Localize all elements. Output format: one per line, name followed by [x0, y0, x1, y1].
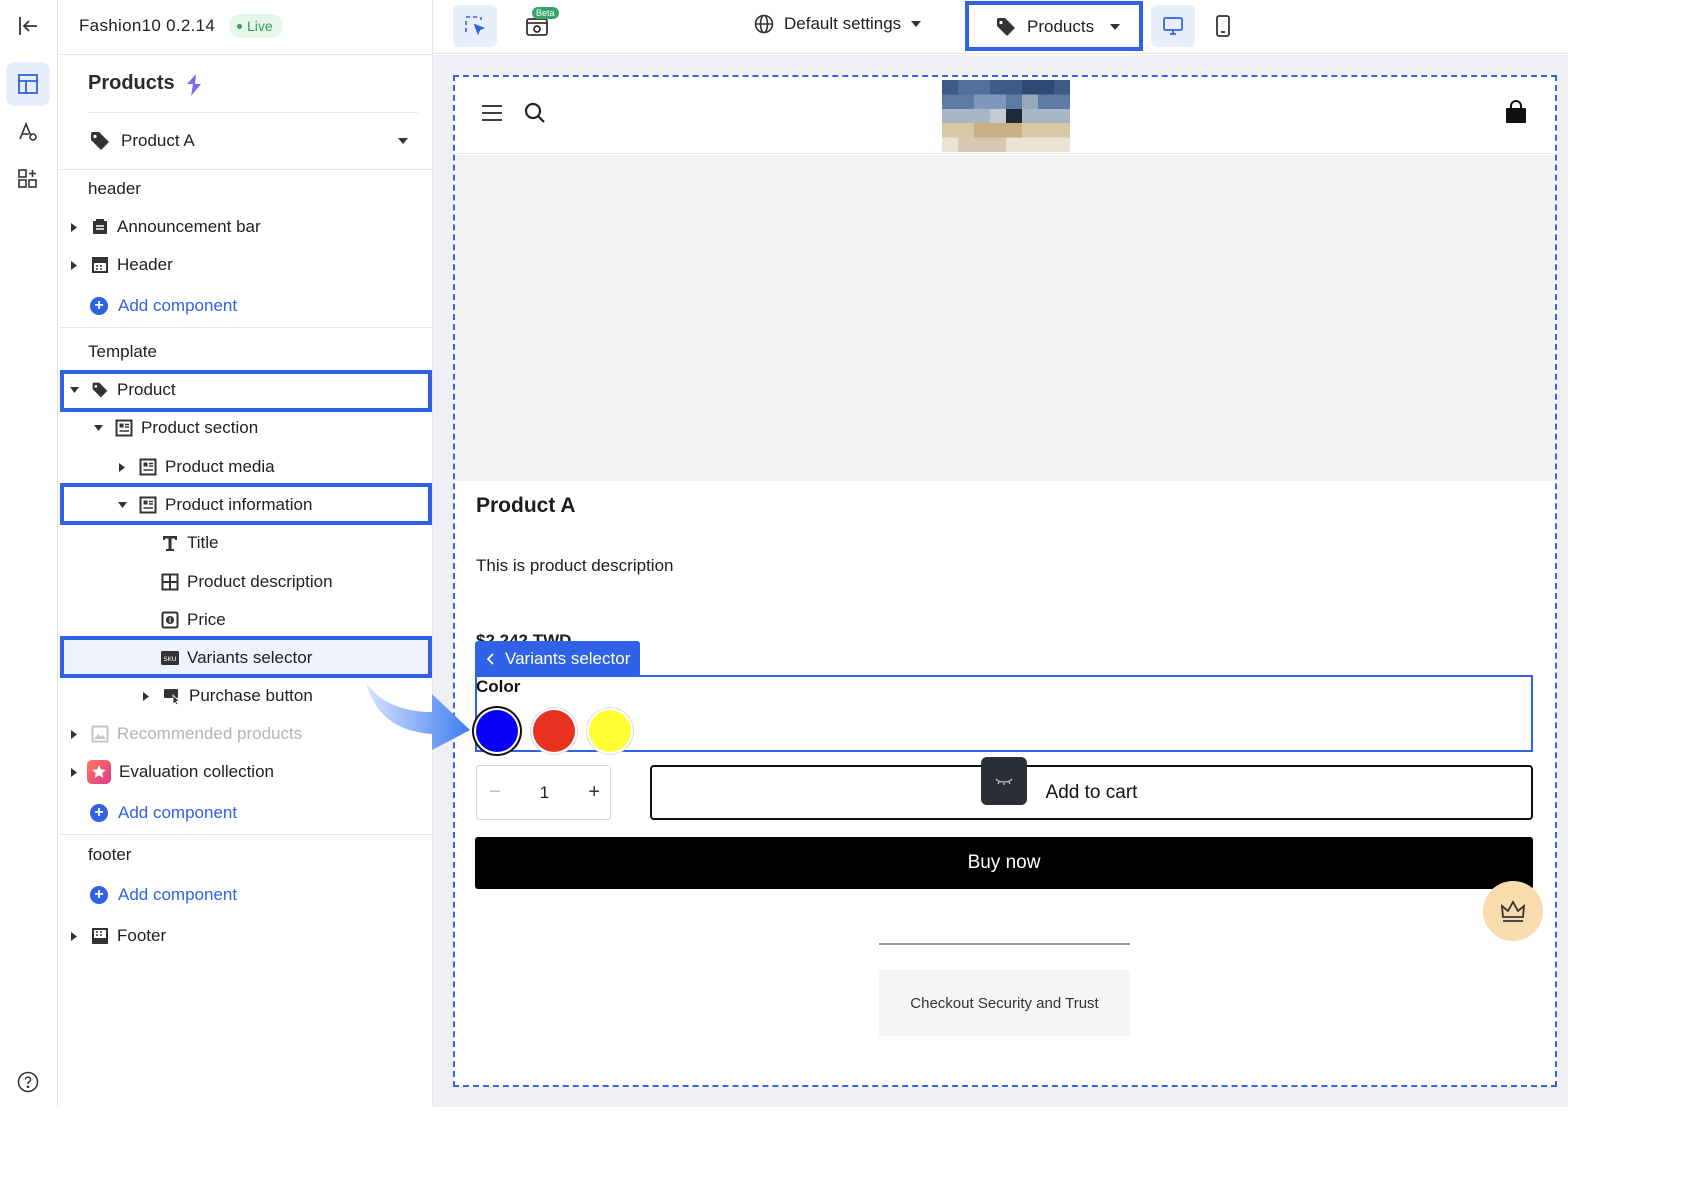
- live-badge: Live: [229, 14, 283, 38]
- section-title: Products: [88, 72, 175, 94]
- product-price: $2,242 TWD: [476, 631, 572, 641]
- quantity-stepper[interactable]: − 1 +: [476, 765, 611, 820]
- button-click-icon: [163, 687, 181, 705]
- chevron-down-icon: [1110, 24, 1121, 30]
- caret-right-icon[interactable]: [141, 677, 151, 715]
- announcement-icon: [91, 218, 109, 236]
- tree-item-price[interactable]: Price: [61, 601, 431, 639]
- highlight-product-information: [60, 483, 432, 525]
- tree-item-footer[interactable]: Footer: [61, 917, 431, 955]
- tree-item-title[interactable]: Title: [61, 524, 431, 562]
- plus-icon: +: [90, 804, 108, 822]
- tag-icon: [89, 130, 111, 152]
- section-icon: [139, 458, 157, 476]
- quantity-value[interactable]: 1: [540, 783, 549, 803]
- grid-icon: [161, 573, 179, 591]
- header-icon: [91, 256, 109, 274]
- highlight-product: [60, 370, 432, 412]
- caret-right-icon[interactable]: [117, 448, 127, 486]
- product-description: This is product description: [476, 556, 674, 575]
- image-icon: [91, 725, 109, 743]
- menu-icon[interactable]: [482, 104, 502, 122]
- tree-item-header[interactable]: Header: [61, 246, 431, 284]
- checkout-trust-block: Checkout Security and Trust: [879, 970, 1130, 1036]
- color-swatch-blue[interactable]: [476, 710, 518, 752]
- select-tool-icon[interactable]: [453, 5, 497, 47]
- add-component-button[interactable]: + Add component: [90, 799, 237, 827]
- desktop-view-icon[interactable]: [1151, 5, 1195, 47]
- theme-style-icon[interactable]: [6, 110, 50, 154]
- variant-option-label: Color: [476, 677, 521, 696]
- default-settings-dropdown[interactable]: Default settings: [754, 14, 922, 34]
- sync-icon[interactable]: [182, 72, 206, 98]
- page-type-dropdown[interactable]: Products: [965, 1, 1143, 51]
- add-component-button[interactable]: + Add component: [90, 881, 237, 909]
- apps-icon[interactable]: [6, 157, 50, 201]
- crown-icon[interactable]: [1483, 881, 1543, 941]
- caret-right-icon[interactable]: [69, 917, 79, 955]
- group-header: header: [88, 179, 141, 198]
- product-media-area: [455, 155, 1555, 481]
- footer-icon: [91, 927, 109, 945]
- caret-right-icon[interactable]: [69, 715, 79, 753]
- add-component-button[interactable]: + Add component: [90, 292, 237, 320]
- increment-button[interactable]: +: [588, 781, 600, 804]
- selected-block-tag[interactable]: Variants selector: [475, 641, 641, 676]
- product-title: Product A: [476, 494, 576, 517]
- color-swatch-yellow[interactable]: [589, 710, 631, 752]
- live-dot-icon: [237, 23, 242, 29]
- caret-right-icon[interactable]: [69, 753, 79, 791]
- cart-bag-icon[interactable]: [1505, 100, 1527, 124]
- store-logo[interactable]: [942, 80, 1070, 152]
- divider: [879, 943, 1130, 945]
- pointer-arrow: [362, 680, 474, 770]
- chevron-down-icon: [397, 137, 409, 145]
- left-rail: [0, 0, 58, 1107]
- text-icon: [161, 534, 179, 552]
- chevron-down-icon: [911, 21, 922, 27]
- color-swatch-red[interactable]: [533, 710, 575, 752]
- decrement-button[interactable]: −: [489, 781, 501, 804]
- search-icon[interactable]: [524, 102, 546, 124]
- section-icon: [115, 419, 133, 437]
- globe-icon: [754, 14, 774, 34]
- add-to-cart-button[interactable]: Add to cart: [650, 765, 1533, 820]
- help-icon[interactable]: [17, 1071, 39, 1093]
- beta-badge: Beta: [532, 7, 559, 19]
- plus-icon: +: [90, 297, 108, 315]
- highlight-variants-selector: [60, 636, 432, 678]
- tag-icon: [995, 16, 1017, 38]
- group-footer: footer: [88, 845, 132, 864]
- tree-item-product-description[interactable]: Product description: [61, 563, 431, 601]
- evaluation-app-icon: [87, 760, 111, 784]
- tree-item-announcement-bar[interactable]: Announcement bar: [61, 208, 431, 246]
- caret-right-icon[interactable]: [69, 246, 79, 284]
- mobile-view-icon[interactable]: [1201, 5, 1245, 47]
- buy-now-button[interactable]: Buy now: [475, 837, 1533, 889]
- caret-down-icon[interactable]: [93, 409, 103, 447]
- layout-icon[interactable]: [6, 62, 50, 106]
- chevron-left-icon[interactable]: [487, 652, 495, 665]
- exit-editor-icon[interactable]: [6, 4, 50, 48]
- tree-item-product-media[interactable]: Product media: [61, 448, 431, 486]
- plus-icon: +: [90, 886, 108, 904]
- tree-item-product-section[interactable]: Product section: [61, 409, 431, 447]
- app-title: Fashion10 0.2.14: [79, 16, 216, 35]
- variants-selector-block[interactable]: [475, 675, 1533, 752]
- price-icon: [161, 611, 179, 629]
- sidebar: Fashion10 0.2.14 Live Products Product A…: [59, 0, 433, 1107]
- product-select[interactable]: Product A: [89, 126, 409, 156]
- caret-right-icon[interactable]: [69, 208, 79, 246]
- floating-widget-icon[interactable]: [981, 757, 1027, 805]
- group-template: Template: [88, 342, 157, 361]
